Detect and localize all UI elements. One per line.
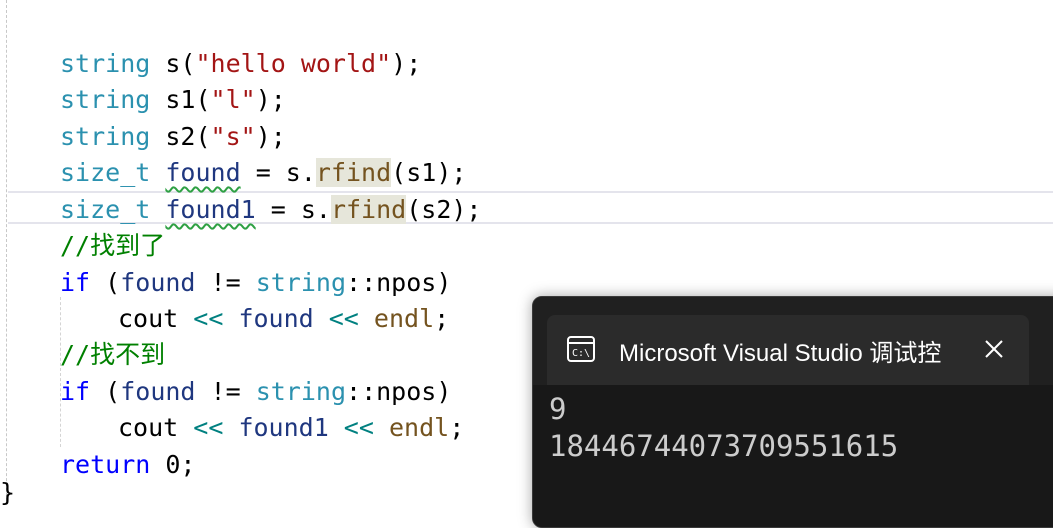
- rfind-reference-highlight[interactable]: rfind: [330, 195, 407, 224]
- code-line-12: return 0;: [60, 450, 196, 479]
- code-line-6: //找到了: [60, 228, 165, 264]
- code-comment: //找到了: [60, 231, 166, 260]
- code-line-3: string s2("s");: [60, 122, 286, 151]
- code-comment: //找不到: [60, 340, 166, 369]
- indent-guide: [6, 0, 7, 501]
- console-tab[interactable]: C:\ Microsoft Visual Studio 调试控: [547, 315, 1029, 385]
- code-line-7: if (found != string::npos): [60, 268, 452, 297]
- console-output-line: 9: [549, 392, 567, 426]
- console-app-icon: C:\: [567, 336, 595, 362]
- closing-brace: }: [0, 478, 16, 507]
- svg-text:C:\: C:\: [572, 348, 590, 359]
- code-line-1: string s("hello world");: [60, 49, 422, 78]
- code-line-5: size_t found1 = s.rfind(s2);: [60, 195, 482, 224]
- code-line-9: //找不到: [60, 337, 165, 373]
- code-line-4: size_t found = s.rfind(s1);: [60, 158, 467, 187]
- code-line-8: cout << found << endl;: [118, 304, 450, 333]
- rfind-reference-highlight[interactable]: rfind: [315, 158, 392, 187]
- console-output[interactable]: 9 18446744073709551615: [533, 385, 1053, 527]
- code-line-10: if (found != string::npos): [60, 377, 452, 406]
- unused-variable-warning[interactable]: found1: [165, 195, 255, 224]
- console-tab-title: Microsoft Visual Studio 调试控: [619, 340, 942, 367]
- debug-console-window[interactable]: C:\ Microsoft Visual Studio 调试控 9 184467…: [532, 296, 1053, 528]
- unused-variable-warning[interactable]: found: [165, 158, 240, 187]
- console-output-line: 18446744073709551615: [549, 429, 899, 463]
- code-line-11: cout << found1 << endl;: [118, 413, 465, 442]
- code-line-2: string s1("l");: [60, 85, 286, 114]
- close-icon[interactable]: [977, 332, 1011, 366]
- console-titlebar[interactable]: C:\ Microsoft Visual Studio 调试控: [533, 297, 1053, 385]
